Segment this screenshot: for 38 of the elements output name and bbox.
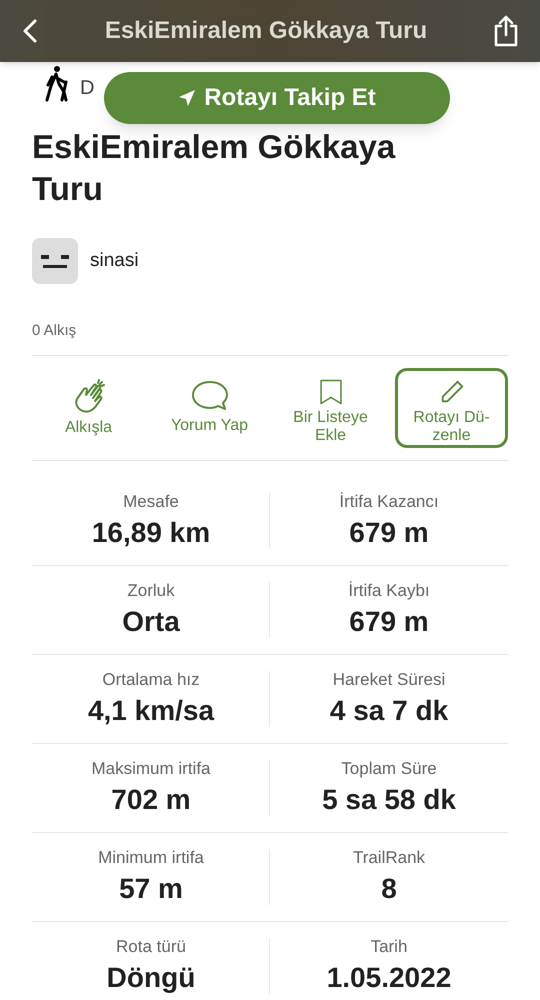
stat-label: Zorluk bbox=[127, 580, 175, 602]
stat-label: Minimum irtifa bbox=[98, 846, 204, 869]
stat-label: İrtifa Kazancı bbox=[339, 490, 439, 513]
stat-value: 679 m bbox=[349, 605, 429, 640]
trail-title: EskiEmiralem Gökkaya Turu bbox=[32, 127, 396, 209]
stat-value: 4,1 km/sa bbox=[88, 694, 214, 728]
stat-label: Tarih bbox=[370, 936, 408, 958]
stat-label: TrailRank bbox=[352, 846, 426, 869]
stat-label: Ortalama hız bbox=[102, 668, 200, 691]
stat-label: Rota türü bbox=[116, 936, 186, 958]
stat-label: Maksimum irtifa bbox=[91, 758, 210, 780]
stat-label: Hareket Süresi bbox=[332, 668, 446, 691]
stat-value: 679 m bbox=[349, 516, 429, 550]
action-button[interactable]: Rotayı Dü-zenle bbox=[395, 368, 508, 448]
follow-route-button[interactable]: Rotayı Takip Et bbox=[104, 72, 450, 124]
author-name[interactable]: sinasi bbox=[90, 246, 139, 276]
action-button[interactable]: Alkışla bbox=[32, 368, 145, 448]
stat-label: İrtifa Kaybı bbox=[348, 580, 430, 602]
stat-value: Döngü bbox=[106, 961, 196, 996]
stat-label: Toplam Süre bbox=[341, 758, 437, 780]
action-button[interactable]: Yorum Yap bbox=[153, 368, 266, 448]
header-title: EskiEmiralem Gökkaya Turu bbox=[104, 16, 428, 46]
navigation-arrow-icon bbox=[178, 89, 196, 107]
speech-bubble-icon bbox=[190, 378, 230, 412]
stat-value: Orta bbox=[122, 605, 180, 640]
avatar bbox=[32, 238, 78, 284]
stat-value: 16,89 km bbox=[92, 516, 210, 550]
activity-label: D bbox=[80, 76, 94, 101]
stat-value: 5 sa 58 dk bbox=[322, 783, 456, 818]
share-icon[interactable] bbox=[492, 15, 520, 47]
action-button[interactable]: Bir Listeye Ekle bbox=[274, 368, 387, 448]
stat-value: 1.05.2022 bbox=[326, 961, 452, 996]
stat-value: 702 m bbox=[111, 783, 191, 818]
stat-value: 8 bbox=[381, 872, 397, 906]
stat-label: Mesafe bbox=[123, 490, 179, 513]
claps-count: 0 Alkış bbox=[32, 321, 78, 341]
stat-value: 57 m bbox=[119, 872, 183, 906]
stat-value: 4 sa 7 dk bbox=[330, 694, 448, 728]
